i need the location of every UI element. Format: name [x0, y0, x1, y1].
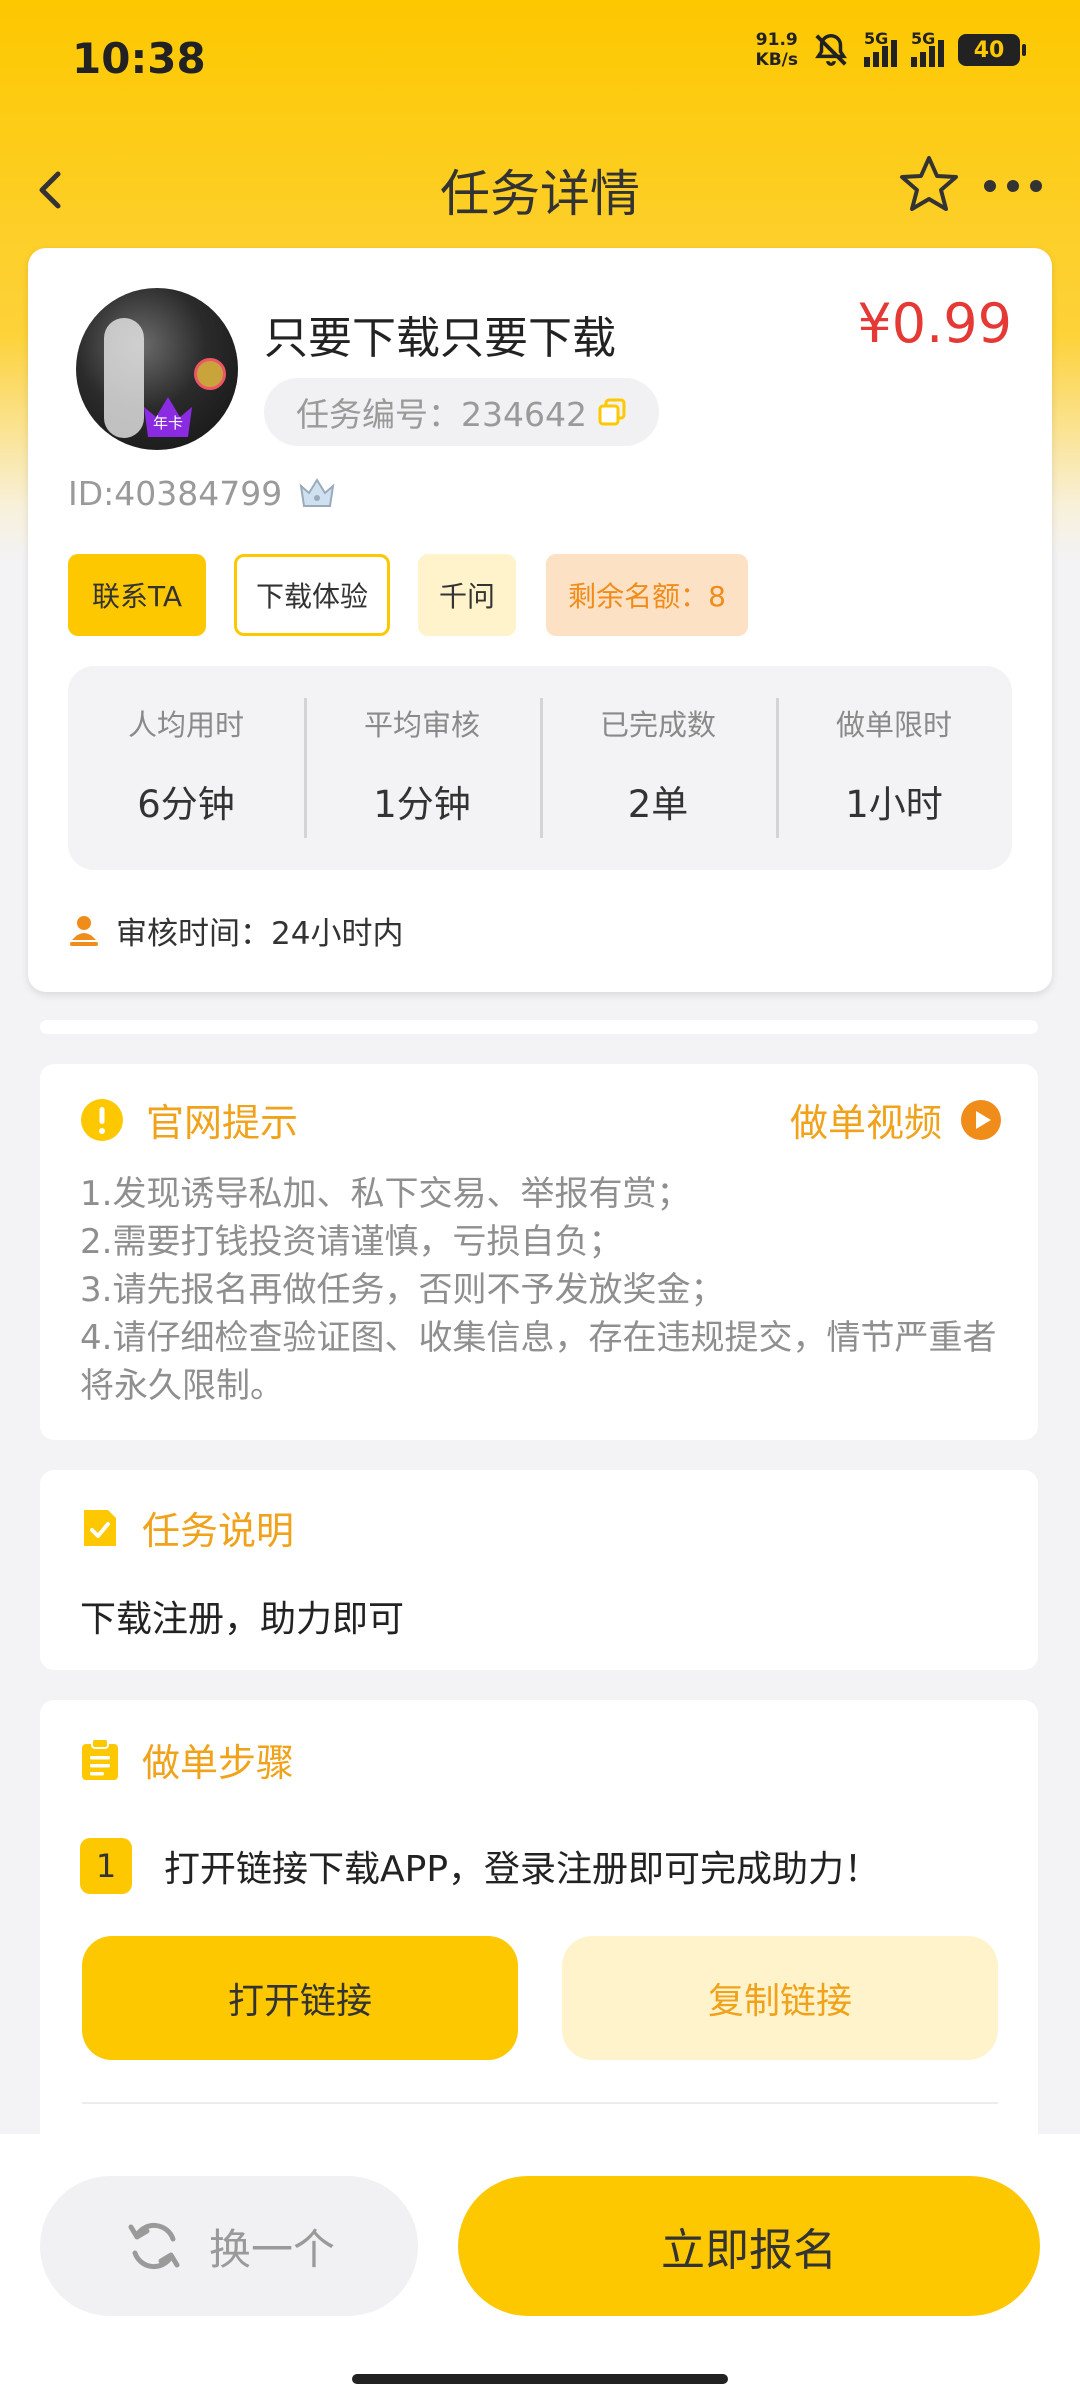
- switch-task-button[interactable]: 换一个: [40, 2176, 418, 2316]
- description-header: 任务说明: [80, 1500, 294, 1555]
- signal-icon-1: 5G: [864, 29, 897, 67]
- status-time: 10:38: [72, 34, 206, 83]
- nav-bar: 任务详情: [0, 140, 1080, 240]
- battery-icon: 40: [958, 34, 1026, 66]
- notice-title: 官网提示: [146, 1101, 299, 1145]
- stat-time-limit: 做单限时 1小时: [776, 698, 1012, 838]
- task-number: 任务编号：234642: [296, 395, 587, 434]
- stat-completed: 已完成数 2单: [540, 698, 776, 838]
- download-experience-button[interactable]: 下载体验: [234, 554, 390, 636]
- notice-header: 官网提示: [80, 1092, 298, 1147]
- star-favorite-icon[interactable]: [896, 152, 962, 218]
- copy-icon[interactable]: [597, 397, 627, 427]
- review-time-row: 审核时间：24小时内: [68, 908, 403, 953]
- step-divider: [82, 2102, 998, 2104]
- status-icons: 91.9 KB/s 5G 5G 40: [755, 29, 1026, 70]
- steps-header: 做单步骤: [80, 1732, 294, 1787]
- bottom-action-bar: 换一个 立即报名: [0, 2134, 1080, 2400]
- open-link-button[interactable]: 打开链接: [82, 1936, 518, 2060]
- notice-line: 4.请仔细检查验证图、收集信息，存在违规提交，情节严重者将永久限制。: [80, 1318, 997, 1406]
- play-icon: [961, 1099, 1001, 1140]
- user-id: ID:40384799: [68, 474, 283, 513]
- qianwen-tag[interactable]: 千问: [418, 554, 516, 636]
- step-text: 打开链接下载APP，登录注册即可完成助力！: [164, 1849, 881, 1890]
- divider-strip: [40, 1020, 1038, 1034]
- task-video-link[interactable]: 做单视频: [790, 1092, 1002, 1147]
- description-title: 任务说明: [142, 1509, 295, 1553]
- contact-ta-button[interactable]: 联系TA: [68, 554, 206, 636]
- stat-avg-review: 平均审核 1分钟: [304, 698, 540, 838]
- bell-muted-icon: [815, 34, 847, 66]
- network-speed: 91.9 KB/s: [755, 30, 798, 70]
- person-icon: [70, 915, 98, 946]
- review-time: 审核时间：24小时内: [116, 916, 404, 952]
- task-summary-card: 年卡 只要下载只要下载 ¥0.99 任务编号：234642 ID:4038479…: [28, 248, 1052, 992]
- stat-avg-time: 人均用时 6分钟: [127, 708, 244, 826]
- signal-icon-2: 5G: [911, 29, 944, 67]
- status-bar: 10:38 91.9 KB/s 5G 5G 40: [0, 0, 1080, 120]
- notice-body: 1.发现诱导私加、私下交易、举报有赏； 2.需要打钱投资请谨慎，亏损自负； 3.…: [80, 1170, 1010, 1410]
- home-indicator[interactable]: [352, 2374, 728, 2384]
- task-number-pill[interactable]: 任务编号：234642: [264, 378, 659, 446]
- step-item: 1 打开链接下载APP，登录注册即可完成助力！: [80, 1838, 880, 1894]
- notice-line: 3.请先报名再做任务，否则不予发放奖金；: [80, 1270, 725, 1310]
- task-steps-card: 做单步骤 1 打开链接下载APP，登录注册即可完成助力！ 打开链接 复制链接: [40, 1700, 1038, 2140]
- more-dots-icon[interactable]: [980, 164, 1046, 208]
- task-description-card: 任务说明 下载注册，助力即可: [40, 1470, 1038, 1670]
- description-text: 下载注册，助力即可: [80, 1599, 405, 1640]
- copy-link-button[interactable]: 复制链接: [562, 1936, 998, 2060]
- steps-title: 做单步骤: [142, 1741, 295, 1785]
- task-title: 只要下载只要下载: [264, 313, 616, 364]
- step-number: 1: [80, 1838, 132, 1894]
- crown-level-icon: [299, 478, 335, 507]
- vip-badge: 年卡: [138, 393, 198, 439]
- task-stats: 人均用时 6分钟 平均审核 1分钟 已完成数 2单 做单限时 1小时: [68, 666, 1012, 870]
- exclamation-icon: [81, 1098, 123, 1141]
- task-price: ¥0.99: [857, 292, 1012, 355]
- notice-line: 1.发现诱导私加、私下交易、举报有赏；: [80, 1174, 691, 1214]
- notice-line: 2.需要打钱投资请谨慎，亏损自负；: [80, 1222, 623, 1262]
- remaining-slots-badge: 剩余名额：8: [546, 554, 748, 636]
- document-check-icon: [84, 1509, 116, 1546]
- clipboard-icon: [82, 1737, 118, 1780]
- official-notice-card: 官网提示 做单视频 1.发现诱导私加、私下交易、举报有赏； 2.需要打钱投资请谨…: [40, 1064, 1038, 1440]
- refresh-icon: [128, 2222, 180, 2270]
- signup-now-button[interactable]: 立即报名: [458, 2176, 1040, 2316]
